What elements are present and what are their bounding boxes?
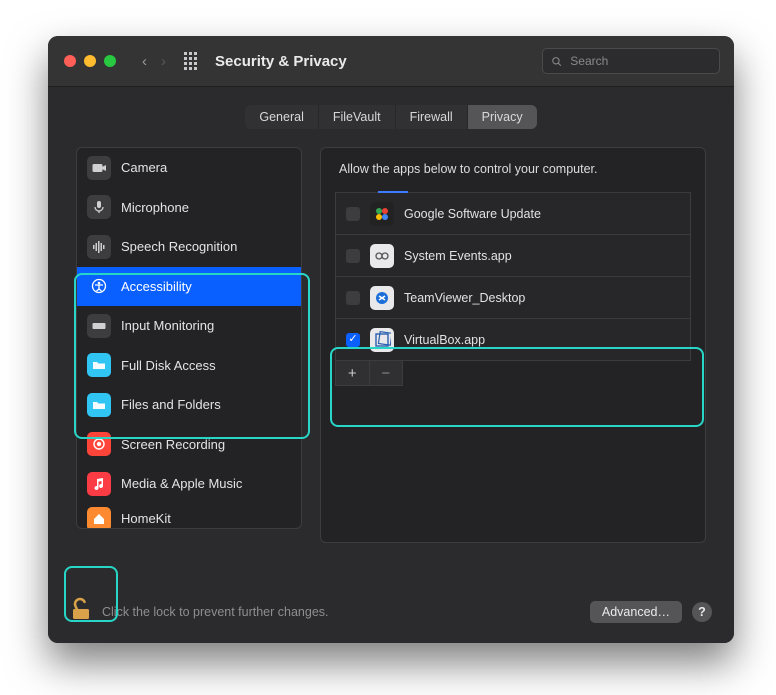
- app-icon: [370, 202, 394, 226]
- remove-button[interactable]: −: [369, 361, 403, 385]
- sidebar-item-files-folders[interactable]: Files and Folders: [77, 385, 301, 425]
- sidebar-item-accessibility[interactable]: Accessibility: [77, 267, 301, 307]
- app-icon: [370, 244, 394, 268]
- checkbox[interactable]: [346, 291, 360, 305]
- search-icon: [551, 55, 562, 68]
- app-name: Google Software Update: [404, 207, 541, 221]
- camera-icon: [87, 156, 111, 180]
- sidebar-item-camera[interactable]: Camera: [77, 148, 301, 188]
- window-title: Security & Privacy: [215, 53, 347, 70]
- sidebar-item-media[interactable]: Media & Apple Music: [77, 464, 301, 504]
- advanced-button[interactable]: Advanced…: [590, 601, 682, 623]
- app-name: System Events.app: [404, 249, 512, 263]
- window-controls: [64, 55, 116, 67]
- sidebar-item-label: Microphone: [121, 200, 189, 215]
- home-icon: [87, 507, 111, 530]
- app-name: TeamViewer_Desktop: [404, 291, 525, 305]
- search-field[interactable]: [542, 48, 720, 74]
- sidebar-item-label: Screen Recording: [121, 437, 225, 452]
- sidebar-item-label: Input Monitoring: [121, 318, 214, 333]
- show-all-icon[interactable]: [184, 52, 197, 70]
- app-row[interactable]: VirtualBox.app: [336, 318, 690, 360]
- tab-firewall[interactable]: Firewall: [395, 105, 467, 129]
- sidebar-item-label: HomeKit: [121, 511, 171, 526]
- lock-hint: Click the lock to prevent further change…: [102, 605, 329, 619]
- folder-icon: [87, 353, 111, 377]
- speech-icon: [87, 235, 111, 259]
- music-icon: [87, 472, 111, 496]
- sidebar-item-label: Media & Apple Music: [121, 476, 242, 491]
- tab-bar: General FileVault Firewall Privacy: [48, 105, 734, 129]
- sidebar-item-homekit[interactable]: HomeKit: [77, 504, 301, 530]
- toolbar: ‹ › Security & Privacy: [48, 36, 734, 87]
- checkbox[interactable]: [346, 249, 360, 263]
- app-row[interactable]: Google Software Update: [336, 192, 690, 234]
- close-window-button[interactable]: [64, 55, 76, 67]
- search-input[interactable]: [568, 53, 711, 69]
- panel-description: Allow the apps below to control your com…: [321, 162, 705, 188]
- content-area: Camera Microphone Speech Recognition Acc…: [48, 129, 734, 553]
- sidebar-item-speech[interactable]: Speech Recognition: [77, 227, 301, 267]
- checkbox[interactable]: [346, 333, 360, 347]
- sidebar-item-screen-recording[interactable]: Screen Recording: [77, 425, 301, 465]
- sidebar-item-microphone[interactable]: Microphone: [77, 188, 301, 228]
- tab-general[interactable]: General: [245, 105, 317, 129]
- sidebar-item-label: Accessibility: [121, 279, 192, 294]
- minimize-window-button[interactable]: [84, 55, 96, 67]
- folder-icon: [87, 393, 111, 417]
- keyboard-icon: [87, 314, 111, 338]
- help-button[interactable]: ?: [692, 602, 712, 622]
- sidebar-item-label: Full Disk Access: [121, 358, 216, 373]
- app-icon: [370, 286, 394, 310]
- recording-icon: [87, 432, 111, 456]
- forward-button[interactable]: ›: [157, 51, 170, 72]
- privacy-category-list: Camera Microphone Speech Recognition Acc…: [76, 147, 302, 529]
- app-icon: [370, 328, 394, 352]
- zoom-window-button[interactable]: [104, 55, 116, 67]
- app-name: VirtualBox.app: [404, 333, 485, 347]
- microphone-icon: [87, 195, 111, 219]
- add-remove-buttons: + −: [335, 361, 403, 386]
- tab-privacy[interactable]: Privacy: [467, 105, 537, 129]
- accessibility-icon: [87, 274, 111, 298]
- lock-icon[interactable]: [70, 597, 92, 627]
- app-list: Google Software Update System Events.app…: [335, 192, 691, 361]
- sidebar-item-label: Files and Folders: [121, 397, 221, 412]
- footer: Click the lock to prevent further change…: [48, 581, 734, 643]
- checkbox[interactable]: [346, 207, 360, 221]
- app-row[interactable]: System Events.app: [336, 234, 690, 276]
- sidebar-item-label: Speech Recognition: [121, 239, 237, 254]
- nav-buttons: ‹ ›: [138, 51, 170, 72]
- add-button[interactable]: +: [336, 361, 369, 385]
- preferences-window: ‹ › Security & Privacy General FileVault…: [48, 36, 734, 643]
- sidebar-item-full-disk[interactable]: Full Disk Access: [77, 346, 301, 386]
- sidebar-item-label: Camera: [121, 160, 167, 175]
- back-button[interactable]: ‹: [138, 51, 151, 72]
- sidebar-item-input-monitoring[interactable]: Input Monitoring: [77, 306, 301, 346]
- app-permissions-panel: Allow the apps below to control your com…: [320, 147, 706, 543]
- tab-filevault[interactable]: FileVault: [318, 105, 395, 129]
- app-row[interactable]: TeamViewer_Desktop: [336, 276, 690, 318]
